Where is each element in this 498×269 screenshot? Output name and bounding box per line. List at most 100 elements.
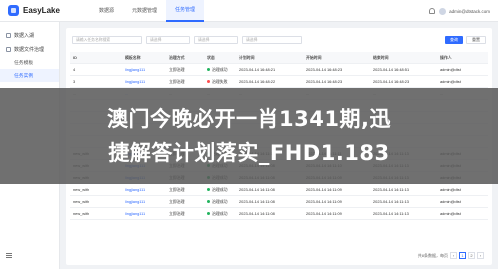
banner-line-1: 澳门今晚必开一肖1341期,迅	[107, 107, 391, 131]
menu-collapse-icon	[6, 253, 12, 258]
col-header-end-time: 结束时间	[373, 54, 389, 60]
cell-method: 立即治理	[169, 198, 185, 204]
task-name-search-input[interactable]: 请输入任务名称搜索	[72, 36, 142, 44]
cell-end-time: 2023-04-14 16:48:23	[373, 79, 410, 84]
top-nav: 数据源 元数据管理 任务管理	[90, 0, 205, 22]
cell-status: 治理成功	[204, 187, 236, 193]
cell-end-time: 2023-04-14 14:11:13	[373, 211, 409, 216]
filter-select-1[interactable]: 请选择	[146, 36, 190, 44]
cell-id: new_with	[73, 199, 90, 204]
cell-id: 3	[73, 79, 76, 84]
cell-end-time: 2023-04-14 14:11:13	[373, 199, 409, 204]
avatar[interactable]	[439, 7, 447, 15]
cell-method: 立即治理	[169, 78, 185, 84]
page-button-2[interactable]: 2	[468, 252, 475, 259]
cell-template[interactable]: lingjiang111	[122, 79, 166, 84]
table-header-row: ID 模板名称 治理方式 状态 计划时间 开始时间 结束时间 操作人	[70, 52, 488, 64]
cell-plan-time: 2023-04-14 14:11:08	[239, 199, 275, 204]
cell-plan-time: 2023-04-14 14:11:08	[239, 211, 275, 216]
cell-start-time: 2023-04-14 16:48:23	[306, 79, 343, 84]
cell-method: 立即治理	[169, 66, 185, 72]
filter-select-3[interactable]: 请选择	[242, 36, 302, 44]
cell-method: 立即治理	[169, 186, 185, 192]
status-dot-icon	[207, 80, 210, 83]
nav-datasource[interactable]: 数据源	[90, 0, 123, 22]
table-row[interactable]: new_with lingjiang111立即治理 治理成功 2023-04-14 1…	[70, 184, 488, 196]
cell-status: 治理失败	[204, 79, 236, 85]
status-dot-icon	[207, 68, 210, 71]
page-prev-button[interactable]: ‹	[450, 252, 457, 259]
cell-id: new_with	[73, 211, 90, 216]
cell-start-time: 2023-04-14 14:11:09	[306, 211, 342, 216]
logo[interactable]: EasyLake	[8, 5, 90, 16]
easylake-logo-icon	[8, 5, 19, 16]
cell-id: 4	[73, 67, 76, 72]
status-badge: 治理成功	[207, 67, 228, 73]
nav-task-management[interactable]: 任务管理	[166, 0, 205, 22]
sidebar-subitem-task-template[interactable]: 任务模板	[0, 56, 59, 69]
pagination: 共8条数据，每页 ‹ 1 2 ›	[418, 252, 484, 259]
status-dot-icon	[207, 200, 210, 203]
cell-start-time: 2023-04-14 16:48:23	[306, 67, 343, 72]
top-bar: EasyLake 数据源 元数据管理 任务管理 admin@dtstack.co…	[0, 0, 498, 22]
sidebar-subitem-task-instance[interactable]: 任务实例	[0, 69, 59, 82]
status-badge: 治理成功	[207, 199, 228, 205]
col-header-status: 状态	[207, 54, 215, 60]
table-row[interactable]: 3 lingjiang111 立即治理 治理失败 2023-04-14 16:48:22…	[70, 76, 488, 88]
cell-status: 治理成功	[204, 67, 236, 73]
cell-plan-time: 2023-04-14 16:48:21	[239, 67, 276, 72]
nav-metadata[interactable]: 元数据管理	[123, 0, 166, 22]
status-badge: 治理成功	[207, 187, 228, 193]
reset-button[interactable]: 重置	[466, 36, 486, 44]
status-text: 治理成功	[212, 198, 228, 204]
page-next-button[interactable]: ›	[477, 252, 484, 259]
banner-line-2: 捷解答计划落实_FHD1.183	[108, 141, 390, 165]
watermark-banner: 澳门今晚必开一肖1341期,迅 捷解答计划落实_FHD1.183	[0, 88, 498, 184]
col-header-template: 模板名称	[125, 54, 141, 60]
sidebar-item-label: 数据入湖	[14, 32, 35, 39]
cell-operator: admin@dtst	[440, 67, 461, 72]
pagination-total: 共8条数据，每页	[417, 252, 448, 258]
table-row[interactable]: new_with lingjiang111立即治理 治理成功 2023-04-14 1…	[70, 196, 488, 208]
sidebar-item-data-ingest[interactable]: 数据入湖	[0, 28, 59, 42]
status-text: 治理失败	[212, 78, 228, 84]
query-button[interactable]: 查询	[445, 36, 463, 44]
col-header-method: 治理方式	[169, 54, 185, 60]
cell-template[interactable]: lingjiang111	[122, 187, 166, 192]
collapse-menu[interactable]	[6, 245, 16, 263]
status-dot-icon	[207, 188, 210, 191]
status-badge: 治理失败	[207, 79, 228, 85]
database-icon	[6, 32, 11, 38]
sidebar-item-label: 数据文件治理	[14, 46, 45, 53]
file-icon	[6, 46, 11, 52]
col-header-start-time: 开始时间	[306, 54, 322, 60]
status-badge: 治理成功	[207, 211, 228, 217]
col-header-operator: 操作人	[440, 54, 452, 60]
user-email[interactable]: admin@dtstack.com	[449, 9, 490, 14]
table-row[interactable]: new_with lingjiang111立即治理 治理成功 2023-04-14 1…	[70, 208, 488, 220]
cell-method: 立即治理	[169, 210, 185, 216]
status-text: 治理成功	[212, 66, 228, 72]
status-text: 治理成功	[212, 186, 228, 192]
cell-start-time: 2023-04-14 14:11:09	[306, 187, 342, 192]
table-row[interactable]: 4 lingjiang111 立即治理 治理成功 2023-04-14 16:48:21…	[70, 64, 488, 76]
bell-icon[interactable]	[429, 8, 436, 14]
cell-end-time: 2023-04-14 14:11:13	[373, 187, 409, 192]
cell-status: 治理成功	[204, 199, 236, 205]
cell-operator: admin@dtst	[440, 211, 461, 216]
cell-template[interactable]: lingjiang111	[122, 211, 166, 216]
cell-end-time: 2023-04-14 16:48:51	[373, 67, 410, 72]
page-button-1[interactable]: 1	[459, 252, 466, 259]
cell-template[interactable]: lingjiang111	[122, 67, 166, 72]
filter-select-2[interactable]: 请选择	[194, 36, 238, 44]
user-area: admin@dtstack.com	[429, 0, 490, 22]
cell-operator: admin@dtst	[440, 79, 461, 84]
cell-operator: admin@dtst	[440, 199, 461, 204]
cell-start-time: 2023-04-14 14:11:09	[306, 199, 342, 204]
cell-template[interactable]: lingjiang111	[122, 199, 166, 204]
logo-text: EasyLake	[23, 6, 60, 15]
cell-plan-time: 2023-04-14 14:11:08	[239, 187, 275, 192]
status-dot-icon	[207, 212, 210, 215]
cell-id: new_with	[73, 187, 90, 192]
sidebar-item-file-governance[interactable]: 数据文件治理	[0, 42, 59, 56]
